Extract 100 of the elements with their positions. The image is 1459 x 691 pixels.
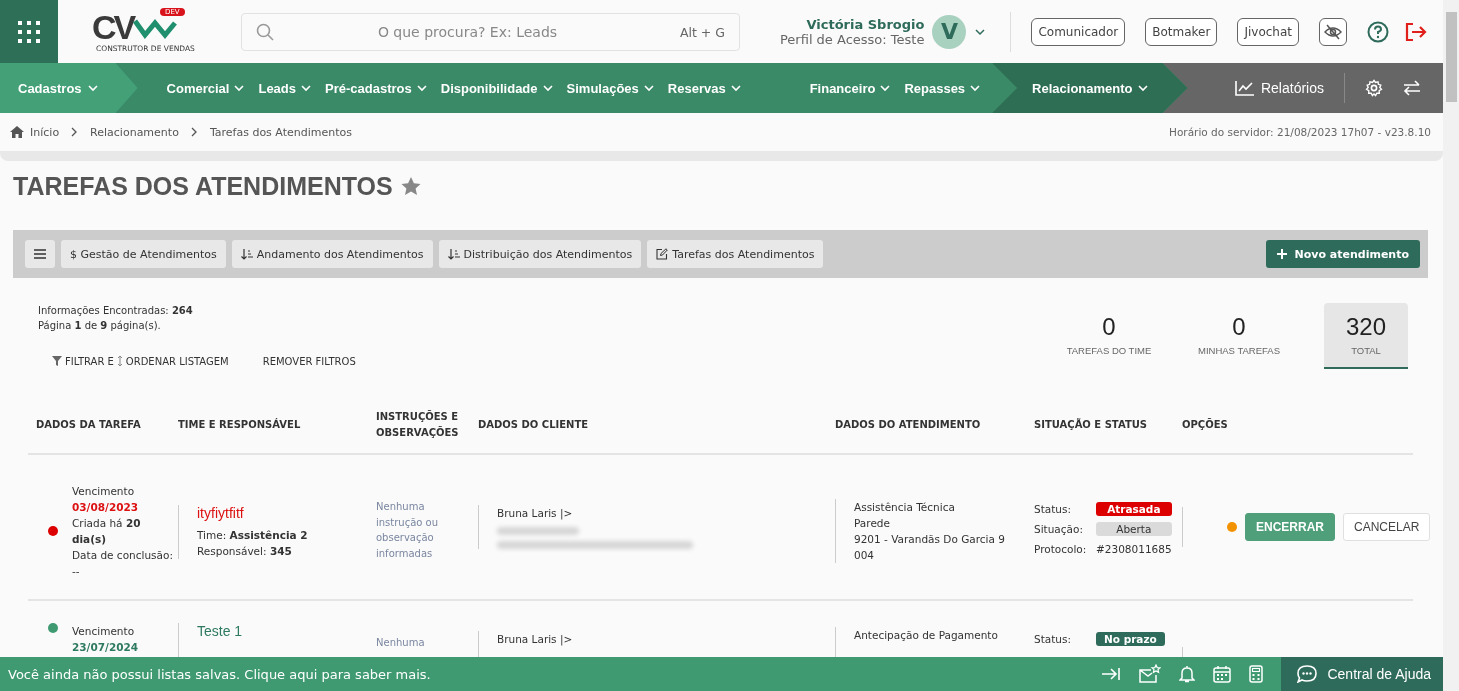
nav-item[interactable]: Pré-cadastros [318, 63, 434, 113]
header-button[interactable]: Jivochat [1237, 17, 1299, 46]
chevron-down-icon [643, 84, 654, 92]
toolbar-tab[interactable]: Tarefas dos Atendimentos [647, 240, 824, 268]
nav-primary-item[interactable]: Cadastros [0, 63, 138, 113]
settings-icon[interactable] [1365, 79, 1383, 97]
menu-button[interactable] [25, 240, 55, 268]
search-icon [256, 22, 274, 41]
status-badge: Atrasada [1096, 502, 1172, 516]
shortcut-hint: Alt + G [679, 24, 725, 40]
logout-icon[interactable] [1405, 21, 1427, 42]
protocol-number: #2308011685 [1096, 542, 1172, 557]
column-header: TIME E RESPONSÁVEL [178, 417, 302, 432]
line-chart-icon [1234, 80, 1255, 96]
service-info: Assistência Técnica [854, 500, 956, 515]
chevron-right-icon [190, 127, 198, 137]
chat-icon [1297, 665, 1318, 683]
filter-icon [52, 356, 62, 366]
star-icon[interactable] [400, 176, 421, 196]
chevron-down-icon [301, 84, 312, 92]
breadcrumb-link[interactable]: Relacionamento [90, 125, 179, 139]
edit-icon [656, 248, 669, 260]
chevron-down-icon [970, 84, 981, 92]
chevron-down-icon [542, 84, 553, 92]
chevron-down-icon [87, 84, 98, 92]
team-info: Time: Assistência 2 [197, 528, 308, 543]
task-title[interactable]: Teste 1 [197, 623, 243, 639]
header-button[interactable]: Comunicador [1031, 17, 1126, 46]
plus-icon [1277, 249, 1288, 259]
chevron-right-icon [71, 127, 79, 137]
nav-item[interactable]: Leads [251, 63, 319, 113]
action-button[interactable]: ENCERRAR [1245, 513, 1335, 541]
calendar-icon[interactable] [1213, 665, 1232, 683]
chevron-down-icon [730, 84, 741, 92]
chevron-down-icon [1137, 84, 1148, 92]
created-info: Criada há 20 dia(s) [72, 516, 142, 547]
column-header: DADOS DO ATENDIMENTO [835, 418, 982, 432]
bell-icon[interactable] [1179, 665, 1196, 683]
new-service-button[interactable]: Novo atendimento [1266, 240, 1420, 268]
conclusion-info: Data de conclusão: -- [72, 548, 174, 579]
sort-icon [447, 248, 460, 260]
nav-item[interactable]: Reservas [660, 63, 748, 113]
header-button[interactable]: Botmaker [1145, 17, 1218, 46]
due-label: Vencimento [72, 624, 136, 639]
owner-info: Responsável: 345 [197, 544, 293, 559]
remove-filters-link[interactable]: REMOVER FILTROS [262, 355, 356, 367]
nav-item[interactable]: Comercial [159, 63, 252, 113]
counter-tab[interactable]: 320 TOTAL [1324, 303, 1408, 369]
nav-item[interactable]: Relacionamento [992, 63, 1188, 113]
eye-off-icon [1324, 23, 1342, 40]
breadcrumb-link[interactable]: Início [30, 125, 60, 139]
status-badge: No prazo [1096, 632, 1165, 646]
collapse-icon[interactable] [1101, 666, 1122, 682]
help-center-button[interactable]: Central de Ajuda [1281, 657, 1443, 691]
saved-lists-message[interactable]: Você ainda não possui listas salvas. Clique aqui para saber mais. [0, 666, 431, 682]
filter-sort-link[interactable]: FILTRAR E ORDENAR LISTAGEM [52, 355, 229, 367]
toolbar-tab[interactable]: $ Gestão de Atendimentos [61, 240, 226, 268]
toolbar-tab[interactable]: Distribuição dos Atendimentos [438, 240, 642, 268]
due-date: 23/07/2024 [72, 640, 139, 655]
swap-icon[interactable] [1403, 80, 1421, 96]
avatar[interactable]: V [932, 14, 967, 49]
chevron-down-icon [880, 84, 891, 92]
mail-star-icon[interactable] [1139, 664, 1162, 684]
toolbar-tab[interactable]: Andamento dos Atendimentos [231, 240, 433, 268]
breadcrumb-link[interactable]: Tarefas dos Atendimentos [209, 125, 352, 139]
column-header: SITUAÇÃO E STATUS [1034, 417, 1149, 432]
column-header: DADOS DA TAREFA [36, 418, 142, 432]
counter-tab[interactable]: 0 TAREFAS DO TIME [1064, 303, 1154, 369]
action-button[interactable]: CANCELAR [1343, 513, 1431, 541]
counter-tab[interactable]: 0 MINHAS TAREFAS [1194, 303, 1284, 369]
service-info: Antecipação de Pagamento [854, 628, 998, 643]
results-info: Página 1 de 9 página(s). [38, 319, 162, 333]
status-label: Status: [1034, 502, 1072, 517]
nav-item[interactable]: Disponibilidade [433, 63, 560, 113]
user-profile: Perfil de Acesso: Teste [779, 31, 925, 47]
nav-item[interactable]: Simulações [559, 63, 661, 113]
user-name: Victória Sbrogio [806, 16, 925, 32]
column-header: OPÇÕES [1182, 417, 1229, 432]
sort-icon [116, 355, 123, 367]
grid-icon [17, 19, 41, 44]
status-label: Status: [1034, 632, 1072, 647]
service-info: Parede [854, 516, 891, 531]
home-icon[interactable] [10, 126, 24, 138]
nav-item[interactable]: Financeiro [802, 63, 898, 113]
task-title[interactable]: ityfiytfitf [197, 505, 308, 521]
apps-menu-button[interactable] [0, 0, 58, 63]
calculator-icon[interactable] [1249, 665, 1264, 683]
reports-link[interactable]: Relatórios [1234, 80, 1324, 96]
chevron-down-icon[interactable] [974, 27, 987, 36]
client-name: Bruna Laris |> [497, 506, 574, 521]
chevron-down-icon [416, 84, 427, 92]
status-label: Situação: [1034, 522, 1084, 537]
instructions-text: Nenhuma instrução ou observação informadas [376, 500, 440, 561]
status-badge: Aberta [1096, 522, 1172, 536]
nav-item[interactable]: Repasses [897, 63, 988, 113]
hide-values-button[interactable] [1319, 17, 1347, 46]
results-info: Informações Encontradas: 264 [38, 304, 194, 318]
page-title: TAREFAS DOS ATENDIMENTOS [13, 171, 393, 201]
due-date: 03/08/2023 [72, 500, 140, 515]
help-icon[interactable] [1367, 20, 1389, 43]
